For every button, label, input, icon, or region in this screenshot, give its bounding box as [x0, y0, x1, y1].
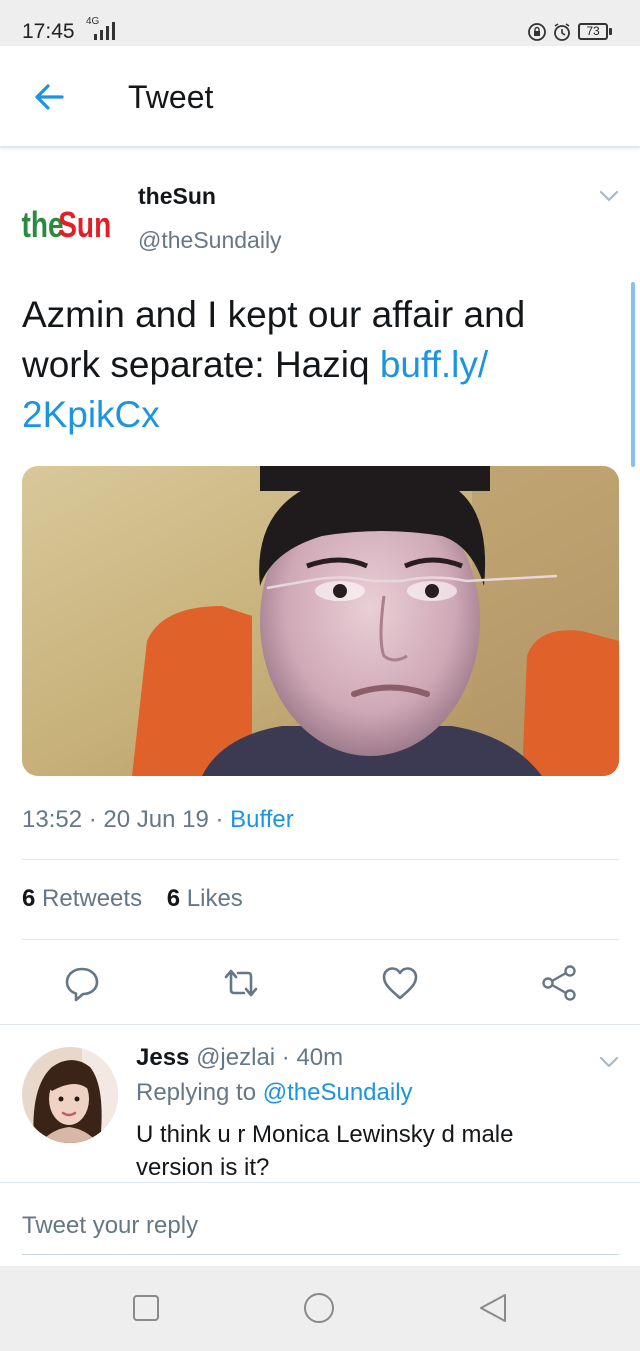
retweets-stat[interactable]: 6 Retweets [22, 885, 142, 912]
reply-tweet[interactable]: Jess @jezlai · 40m Replying to @theSunda… [0, 1027, 640, 1182]
divider [22, 939, 619, 940]
reply-compose-input[interactable] [22, 1209, 619, 1255]
reply-author-handle[interactable]: @jezlai [196, 1044, 275, 1071]
tweet-author: the Sun theSun @theSundaily [0, 160, 640, 260]
avatar[interactable] [22, 1047, 118, 1143]
meta-separator: · [215, 806, 224, 833]
scrollbar[interactable] [631, 282, 635, 467]
back-arrow-icon[interactable] [30, 78, 68, 116]
tweet-stats: 6 Retweets 6 Likes [22, 885, 261, 913]
app-header: Tweet [0, 46, 640, 148]
like-heart-icon[interactable] [380, 963, 420, 1003]
system-nav-bar [0, 1266, 640, 1351]
signal-icon [94, 22, 115, 40]
reply-author-name[interactable]: Jess [136, 1044, 189, 1071]
retweets-label: Retweets [42, 885, 143, 912]
reply-age: · 40m [281, 1044, 344, 1071]
battery-indicator: 73 [578, 23, 608, 40]
tweet-meta: 13:52 · 20 Jun 19 · Buffer [22, 806, 294, 834]
divider [0, 1024, 640, 1025]
rotation-lock-icon [528, 23, 546, 41]
author-handle[interactable]: @theSundaily [138, 227, 282, 254]
likes-count: 6 [166, 885, 181, 912]
replying-handle[interactable]: @theSundaily [263, 1079, 413, 1106]
chevron-down-icon[interactable] [598, 187, 620, 205]
thesun-logo[interactable]: the Sun [20, 182, 118, 252]
tweet-date: 20 Jun 19 [103, 806, 209, 833]
recents-square-icon[interactable] [130, 1292, 162, 1324]
reply-header: Jess @jezlai · 40m [136, 1044, 343, 1072]
divider [22, 859, 619, 860]
replying-to: Replying to @theSundaily [136, 1079, 413, 1107]
portrait-photo [22, 466, 619, 776]
meta-separator: · [88, 806, 97, 833]
likes-label: Likes [186, 885, 243, 912]
chevron-down-icon[interactable] [598, 1053, 620, 1071]
back-triangle-icon[interactable] [477, 1292, 509, 1324]
alarm-icon [554, 23, 570, 41]
svg-text:the: the [22, 205, 64, 245]
tweet-source-link[interactable]: Buffer [230, 806, 294, 833]
tweet-text: Azmin and I kept our affair and work sep… [22, 290, 602, 440]
replying-label: Replying to [136, 1079, 257, 1106]
divider [0, 1182, 640, 1183]
battery-nub [609, 28, 612, 35]
retweet-icon[interactable] [221, 963, 261, 1003]
likes-stat[interactable]: 6 Likes [167, 885, 243, 912]
retweets-count: 6 [22, 885, 36, 912]
reply-text: U think u r Monica Lewinsky d male versi… [136, 1121, 514, 1181]
tweet-time: 13:52 [22, 806, 83, 833]
reply-icon[interactable] [62, 963, 102, 1003]
share-icon[interactable] [539, 963, 579, 1003]
home-circle-icon[interactable] [303, 1292, 335, 1324]
page-title: Tweet [128, 79, 214, 115]
avatar-photo [22, 1047, 118, 1143]
tweet-photo[interactable] [22, 466, 619, 776]
svg-text:Sun: Sun [58, 205, 111, 245]
author-name[interactable]: theSun [138, 183, 216, 210]
status-time: 17:45 [22, 20, 75, 43]
status-bar: 17:45 4G 73 [0, 0, 640, 46]
